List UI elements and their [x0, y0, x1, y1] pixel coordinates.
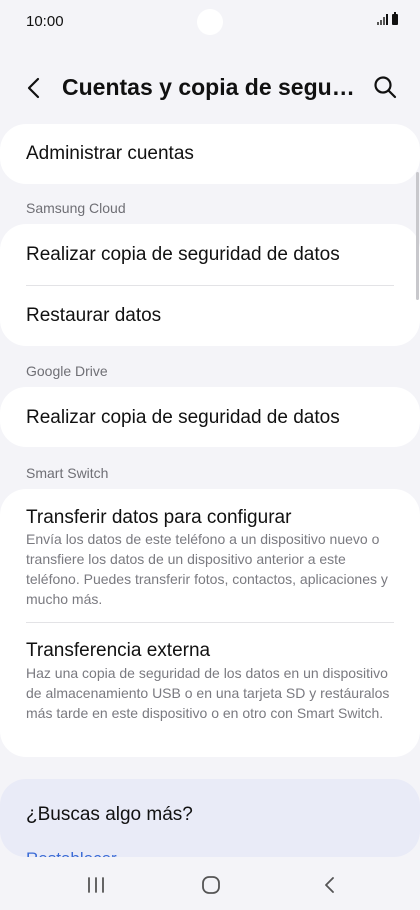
recent-apps-button[interactable]	[82, 874, 110, 896]
transfer-setup-description: Envía los datos de este teléfono a un di…	[26, 531, 388, 607]
manage-accounts-label: Administrar cuentas	[26, 143, 194, 164]
samsung-cloud-card: Realizar copia de seguridad de datos Res…	[0, 224, 420, 346]
section-label-samsung-cloud: Samsung Cloud	[26, 200, 126, 216]
looking-for-more-title: ¿Buscas algo más?	[26, 804, 193, 825]
samsung-cloud-backup-item[interactable]: Realizar copia de seguridad de datos	[0, 224, 420, 285]
app-header: Cuentas y copia de seguri...	[0, 60, 420, 116]
chevron-left-icon	[325, 877, 334, 893]
smart-switch-card: Transferir datos para configurar Envía l…	[0, 489, 420, 757]
chevron-left-icon	[27, 77, 40, 99]
external-transfer-item[interactable]: Transferencia externa Haz una copia de s…	[0, 623, 420, 757]
recent-apps-icon	[88, 877, 104, 893]
back-button[interactable]	[20, 74, 48, 102]
external-transfer-title: Transferencia externa	[26, 640, 211, 661]
google-drive-backup-item[interactable]: Realizar copia de seguridad de datos	[0, 387, 420, 447]
google-drive-backup-label: Realizar copia de seguridad de datos	[26, 407, 340, 428]
navigation-bar	[0, 858, 420, 910]
section-label-smart-switch: Smart Switch	[26, 465, 109, 481]
search-icon	[374, 76, 397, 99]
home-icon	[202, 876, 220, 894]
manage-accounts-item[interactable]: Administrar cuentas	[0, 124, 420, 184]
scrollbar[interactable]	[416, 172, 419, 300]
status-icons	[377, 12, 398, 25]
status-time: 10:00	[26, 13, 64, 30]
transfer-setup-item[interactable]: Transferir datos para configurar Envía l…	[0, 489, 420, 622]
samsung-cloud-restore-label: Restaurar datos	[26, 305, 162, 326]
section-label-google-drive: Google Drive	[26, 363, 108, 379]
back-nav-button[interactable]	[316, 874, 344, 896]
search-button[interactable]	[372, 74, 398, 100]
transfer-setup-title: Transferir datos para configurar	[26, 507, 292, 528]
samsung-cloud-backup-label: Realizar copia de seguridad de datos	[26, 244, 340, 265]
home-button[interactable]	[197, 874, 225, 896]
samsung-cloud-restore-item[interactable]: Restaurar datos	[0, 286, 420, 346]
camera-cutout	[197, 9, 223, 35]
page-title: Cuentas y copia de seguri...	[62, 74, 362, 100]
reset-link[interactable]: Restablecer	[26, 849, 117, 857]
looking-for-more-card: ¿Buscas algo más? Restablecer	[0, 779, 420, 857]
signal-icon	[377, 13, 388, 25]
battery-icon	[392, 12, 398, 25]
status-bar: 10:00	[0, 0, 420, 44]
external-transfer-description: Haz una copia de seguridad de los datos …	[26, 665, 390, 721]
